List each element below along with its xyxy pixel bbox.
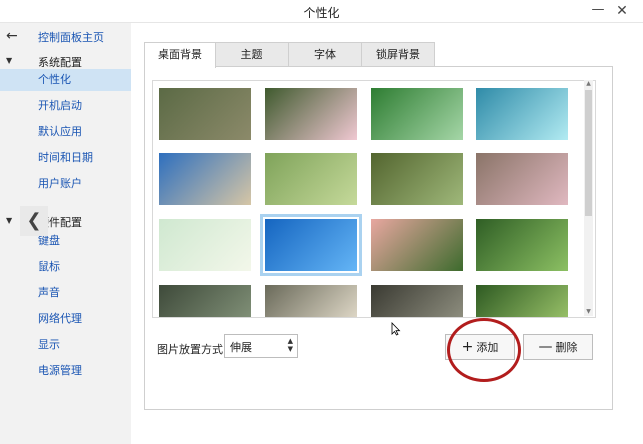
delete-button[interactable]: — 删除 — [523, 334, 593, 360]
sidebar-item-sound[interactable]: 声音 — [0, 282, 131, 304]
minimize-button[interactable]: — — [589, 2, 607, 20]
scroll-down-icon[interactable]: ▼ — [584, 308, 593, 316]
wallpaper-thumbnail-desert-sky[interactable] — [159, 153, 251, 205]
sidebar-item-mouse[interactable]: 鼠标 — [0, 256, 131, 278]
minus-icon: — — [538, 339, 553, 355]
wallpaper-thumbnail-dark-forest[interactable] — [371, 285, 463, 317]
tab-theme[interactable]: 主题 — [214, 42, 289, 67]
placement-select[interactable]: 伸展 ▲ ▼ — [224, 334, 298, 358]
wallpaper-thumbnail-green-moss[interactable] — [476, 219, 568, 271]
wallpaper-gallery[interactable] — [152, 80, 596, 318]
sidebar-item-user-accounts[interactable]: 用户账户 — [0, 173, 131, 195]
wallpaper-thumbnail-blue-win7[interactable] — [260, 214, 362, 276]
close-button[interactable]: ✕ — [613, 2, 631, 20]
carousel-left-arrow-icon[interactable]: ❮ — [20, 206, 48, 236]
gallery-scrollbar[interactable]: ▲ ▼ — [584, 80, 593, 316]
wallpaper-thumbnail-green-field-dark[interactable] — [159, 285, 251, 317]
window-title: 个性化 — [303, 6, 340, 20]
wallpaper-thumbnail-green-grass-flower[interactable] — [371, 88, 463, 140]
sidebar-item-network-proxy[interactable]: 网络代理 — [0, 308, 131, 330]
tab-lock-screen[interactable]: 锁屏背景 — [361, 42, 435, 67]
sidebar-item-startup[interactable]: 开机启动 — [0, 95, 131, 117]
wallpaper-thumbnail-white-rose[interactable] — [265, 285, 357, 317]
wallpaper-thumbnail-pink-flowers[interactable] — [265, 88, 357, 140]
wallpaper-thumbnail-pink-petals[interactable] — [476, 153, 568, 205]
scroll-thumb[interactable] — [585, 90, 592, 216]
wallpaper-thumbnail-forest-path[interactable] — [476, 285, 568, 317]
title-bar: 个性化 — ✕ — [0, 0, 643, 23]
wallpaper-thumbnail-pastel-plants[interactable] — [159, 219, 251, 271]
sidebar-item-date-time[interactable]: 时间和日期 — [0, 147, 131, 169]
sidebar-item-power[interactable]: 电源管理 — [0, 360, 131, 382]
scroll-up-icon[interactable]: ▲ — [584, 80, 593, 88]
tab-desktop-background[interactable]: 桌面背景 — [144, 42, 216, 68]
sidebar-item-personalization[interactable]: 个性化 — [0, 69, 131, 91]
placement-label: 图片放置方式: — [157, 343, 227, 356]
annotation-circle — [447, 318, 521, 382]
wallpaper-thumbnail-mossy-roof[interactable] — [159, 88, 251, 140]
caret-down-icon[interactable]: ▼ — [6, 56, 12, 65]
sidebar-item-display[interactable]: 显示 — [0, 334, 131, 356]
wallpaper-thumbnail-green-meadow[interactable] — [265, 153, 357, 205]
wallpaper-thumbnail-kingfisher-bird[interactable] — [371, 153, 463, 205]
control-panel-home-link[interactable]: 控制面板主页 — [38, 29, 104, 45]
placement-value: 伸展 — [230, 341, 252, 354]
group-system-config: 系统配置 — [38, 56, 82, 69]
spin-arrows-icon: ▲ ▼ — [287, 337, 293, 353]
wallpaper-thumbnail-sunset-trees[interactable] — [371, 219, 463, 271]
sidebar-item-default-apps[interactable]: 默认应用 — [0, 121, 131, 143]
back-arrow-icon[interactable]: ← — [6, 28, 18, 44]
tab-font[interactable]: 字体 — [288, 42, 362, 67]
mouse-cursor-icon — [391, 322, 401, 336]
wallpaper-thumbnail-tower-sky[interactable] — [476, 88, 568, 140]
caret-down-icon[interactable]: ▼ — [6, 216, 12, 225]
